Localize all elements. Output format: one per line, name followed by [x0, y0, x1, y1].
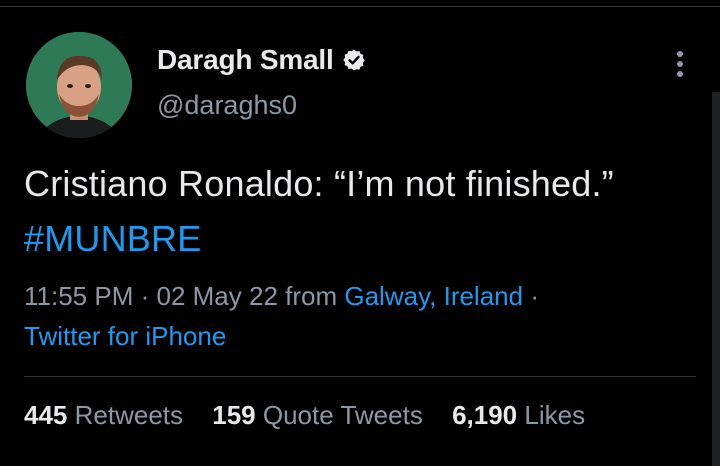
author-handle[interactable]: @daraghs0 — [157, 90, 297, 121]
likes-count: 6,190 — [452, 400, 518, 430]
meta-separator: · — [140, 281, 150, 311]
tweet-text: Cristiano Ronaldo: “I’m not finished.” #… — [24, 156, 684, 266]
retweets-stat[interactable]: 445 Retweets — [24, 400, 183, 430]
hashtag-link[interactable]: #MUNBRE — [24, 218, 201, 259]
client-link[interactable]: Twitter for iPhone — [24, 321, 226, 351]
retweets-count: 445 — [24, 400, 68, 430]
tweet-body: Cristiano Ronaldo: “I’m not finished.” — [24, 163, 614, 204]
quote-tweets-stat[interactable]: 159 Quote Tweets — [212, 400, 423, 430]
tweet-time[interactable]: 11:55 PM — [24, 281, 133, 311]
tweet-date[interactable]: 02 May 22 — [157, 281, 278, 311]
author-name-row: Daragh Small — [157, 44, 366, 76]
quote-tweets-count: 159 — [212, 400, 256, 430]
engagement-stats: 445 Retweets 159 Quote Tweets 6,190 Like… — [24, 400, 607, 431]
tweet-meta: 11:55 PM · 02 May 22 from Galway, Irelan… — [24, 276, 704, 356]
top-divider — [0, 6, 720, 7]
verified-badge-icon — [342, 49, 365, 71]
quote-tweets-label: Quote Tweets — [262, 400, 423, 430]
avatar-photo — [26, 32, 132, 138]
meta-separator: · — [530, 281, 539, 311]
more-options-icon[interactable] — [668, 48, 692, 80]
author-name[interactable]: Daragh Small — [157, 44, 334, 76]
avatar[interactable] — [26, 32, 132, 138]
retweets-label: Retweets — [74, 400, 184, 430]
stats-divider — [24, 376, 696, 377]
likes-label: Likes — [524, 400, 586, 430]
likes-stat[interactable]: 6,190 Likes — [452, 400, 585, 430]
from-label: from — [285, 281, 338, 311]
location-link[interactable]: Galway, Ireland — [344, 281, 523, 311]
scrollbar[interactable] — [712, 92, 720, 466]
